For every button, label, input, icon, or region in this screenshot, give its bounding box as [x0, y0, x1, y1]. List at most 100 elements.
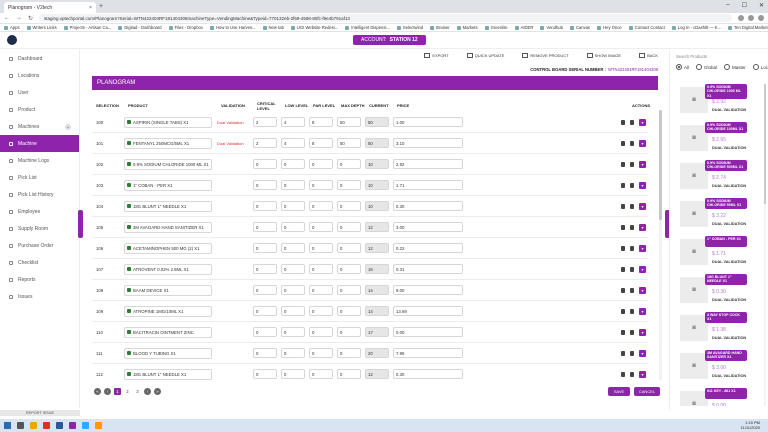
bookmark-item[interactable]: Projects - Artisan Ca... [64, 25, 112, 30]
low-level-input[interactable]: 0 [281, 159, 305, 169]
row-menu-button[interactable]: ▾ [639, 160, 646, 168]
product-search-input[interactable]: Search Products [676, 54, 707, 59]
par-level-input[interactable]: 8 [309, 138, 333, 148]
sidebar-item-dashboard[interactable]: Dashboard [0, 50, 79, 67]
account-badge[interactable]: ACCOUNT: STATION 12 [353, 35, 426, 45]
sidebar-collapse-handle[interactable] [78, 210, 83, 238]
low-level-input[interactable]: 4 [281, 117, 305, 127]
delete-icon[interactable] [621, 224, 625, 230]
delete-icon[interactable] [621, 182, 625, 188]
low-level-input[interactable]: 0 [281, 306, 305, 316]
product-select[interactable]: ATROPINE 1MG/10ML X1 [124, 305, 212, 317]
reload-icon[interactable]: ↻ [28, 15, 33, 22]
back-button[interactable]: BACK [639, 53, 658, 58]
filter-radio-global[interactable]: Global [696, 64, 717, 70]
scrollbar-thumb[interactable] [764, 84, 766, 204]
product-select[interactable]: BAAM DEVICE X1 [124, 284, 212, 296]
max-level-input[interactable]: 0 [337, 327, 361, 337]
product-select[interactable]: 18G BLUNT 1" NEEDLE X1 [124, 200, 212, 212]
critical-level-input[interactable]: 0 [253, 243, 277, 253]
word-icon[interactable] [56, 422, 63, 429]
bookmark-item[interactable]: Selectwind [397, 25, 423, 30]
product-card[interactable]: ◙ 0.9% SODIUM CHLORIDE 500ML X1 $ 2.74 DUAL… [680, 160, 764, 194]
sidebar-item-employee[interactable]: Employee [0, 203, 79, 220]
max-level-input[interactable]: 0 [337, 306, 361, 316]
bookmark-item[interactable]: Files - Dropbox [169, 25, 203, 30]
row-menu-button[interactable]: ▾ [639, 265, 646, 273]
trash-icon[interactable] [630, 266, 634, 272]
product-card[interactable]: ◙ 18G BLUNT 1" NEEDLE X1 $ 0.30 DUAL VALIDA… [680, 274, 764, 308]
price-input[interactable]: 2.92 [393, 159, 463, 169]
bookmark-item[interactable]: Brainer [430, 25, 450, 30]
bookmark-item[interactable]: Intelligent Dispensi... [345, 25, 390, 30]
bookmark-item[interactable]: Writers Links [27, 25, 57, 30]
product-select[interactable]: ATROVENT 0.02% 2.5ML X1 [124, 263, 212, 275]
maximize-button[interactable]: ☐ [742, 2, 747, 9]
trash-icon[interactable] [630, 203, 634, 209]
max-level-input[interactable]: 0 [337, 285, 361, 295]
new-tab-button[interactable]: + [99, 3, 103, 10]
sidebar-item-purchase-order[interactable]: Purchase Order [0, 237, 79, 254]
critical-level-input[interactable]: 2 [253, 117, 277, 127]
trash-icon[interactable] [630, 182, 634, 188]
low-level-input[interactable]: 0 [281, 369, 305, 379]
bookmark-item[interactable]: Ten Digital Markets [728, 25, 768, 30]
sidebar-item-user[interactable]: User [0, 84, 79, 101]
par-level-input[interactable]: 0 [309, 243, 333, 253]
price-input[interactable]: 0.31 [393, 264, 463, 274]
price-input[interactable]: 0.30 [393, 201, 463, 211]
bookmark-item[interactable]: New tab [263, 25, 284, 30]
close-window-button[interactable]: ✕ [759, 2, 764, 9]
bookmark-item[interactable]: Digitad - Dashboard [118, 25, 161, 30]
windows-start-icon[interactable] [4, 422, 11, 429]
par-level-input[interactable]: 0 [309, 369, 333, 379]
low-level-input[interactable]: 0 [281, 222, 305, 232]
search-icon[interactable] [17, 422, 24, 429]
product-select[interactable]: 3M AVAGARD HAND SANITIZER X1 [124, 221, 212, 233]
row-menu-button[interactable]: ▾ [639, 307, 646, 315]
export-button[interactable]: EXPORT [424, 53, 448, 58]
product-card[interactable]: ◙ 3M AVAGARD HAND SANITIZER X1 $ 3.00 DUAL … [680, 350, 764, 384]
price-input[interactable]: 1.00 [393, 117, 463, 127]
page-button[interactable]: 1 [114, 388, 121, 395]
row-menu-button[interactable]: ▾ [639, 181, 646, 189]
sidebar-item-checklist[interactable]: Checklist [0, 254, 79, 271]
critical-level-input[interactable]: 0 [253, 369, 277, 379]
page-button[interactable]: 3 [134, 388, 141, 395]
bookmark-item[interactable]: Hey Once [597, 25, 622, 30]
delete-icon[interactable] [621, 266, 625, 272]
delete-icon[interactable] [621, 329, 625, 335]
delete-icon[interactable] [621, 245, 625, 251]
quick-update-button[interactable]: QUICK UPDATE [467, 53, 505, 58]
trash-icon[interactable] [630, 287, 634, 293]
sidebar-item-machines[interactable]: Machines ⌄ [0, 118, 79, 135]
chrome-icon[interactable] [43, 422, 50, 429]
first-page-button[interactable]: « [94, 388, 101, 395]
row-menu-button[interactable]: ▾ [639, 349, 646, 357]
bookmark-item[interactable]: Contact Contact [629, 25, 665, 30]
filter-radio-master[interactable]: Master [724, 64, 746, 70]
product-card[interactable]: ◙ 0.9% SODIUM CHLORIDE 1000 ML X1 $ 2.92 DU… [680, 84, 764, 118]
critical-level-input[interactable]: 2 [253, 138, 277, 148]
product-select[interactable]: BLOOD Y TUBING X1 [124, 347, 212, 359]
delete-icon[interactable] [621, 308, 625, 314]
delete-icon[interactable] [621, 140, 625, 146]
low-level-input[interactable]: 0 [281, 285, 305, 295]
low-level-input[interactable]: 0 [281, 180, 305, 190]
sidebar-item-issues[interactable]: Issues [0, 288, 79, 305]
avatar[interactable] [7, 35, 17, 45]
trash-icon[interactable] [630, 308, 634, 314]
price-input[interactable]: 0.22 [393, 243, 463, 253]
bookmark-item[interactable]: UGI Website Redesi... [291, 25, 338, 30]
product-select[interactable]: FENTANYL 250MCG/5ML X1 [124, 137, 212, 149]
sidebar-item-pick-list[interactable]: Pick List [0, 169, 79, 186]
trash-icon[interactable] [630, 245, 634, 251]
par-level-input[interactable]: 0 [309, 159, 333, 169]
product-card[interactable]: ◙ 3 WAY STOP COCK X1 $ 1.38 DUAL VALIDATION [680, 312, 764, 346]
max-level-input[interactable]: 0 [337, 243, 361, 253]
row-menu-button[interactable]: ▾ [639, 370, 646, 378]
low-level-input[interactable]: 0 [281, 201, 305, 211]
delete-icon[interactable] [621, 371, 625, 377]
bookmark-item[interactable]: Apps [4, 25, 20, 30]
critical-level-input[interactable]: 0 [253, 327, 277, 337]
